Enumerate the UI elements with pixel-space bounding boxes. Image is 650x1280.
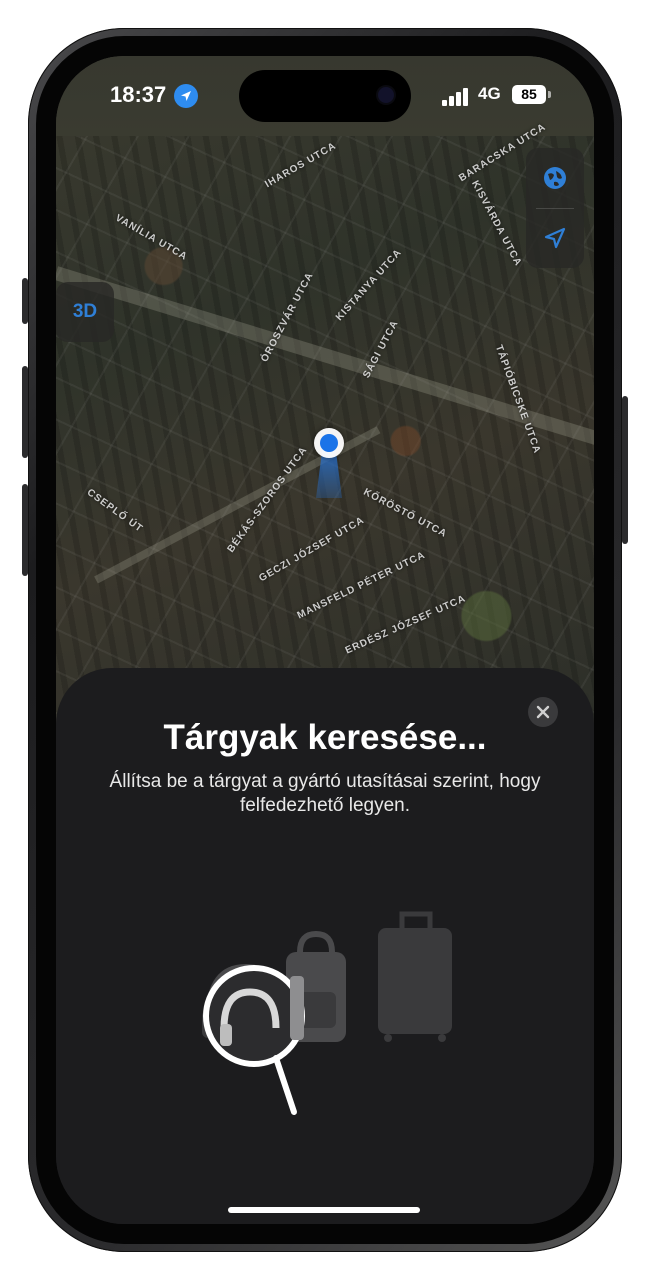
magnifier-icon	[203, 965, 305, 1115]
street-label: KISTANYA UTCA	[333, 246, 405, 324]
suitcase-icon	[378, 911, 452, 1042]
street-label: ERDÉSZ JÓZSEF UTCA	[343, 593, 468, 657]
map-controls	[526, 148, 584, 268]
locate-button[interactable]	[526, 208, 584, 268]
sheet-subtitle: Állítsa be a tárgyat a gyártó utasításai…	[109, 771, 541, 816]
street-label: VANÍLIA UTCA	[113, 212, 190, 263]
status-time: 18:37	[110, 82, 167, 107]
power-button	[622, 396, 628, 544]
close-icon	[536, 705, 550, 719]
location-arrow-icon	[544, 227, 566, 249]
battery-tip	[548, 91, 551, 98]
volume-up-button	[22, 366, 28, 458]
volume-down-button	[22, 484, 28, 576]
street-label: GECZI JÓZSEF UTCA	[257, 514, 367, 585]
three-d-button[interactable]: 3D	[56, 282, 114, 342]
camera-lens	[378, 87, 394, 103]
street-label: KISVÁRDA UTCA	[469, 178, 524, 269]
street-label: TÁPIÓBICSKE UTCA	[492, 343, 543, 456]
map-type-button[interactable]	[526, 148, 584, 208]
globe-icon	[544, 167, 566, 189]
network-type: 4G	[478, 84, 501, 103]
action-button	[22, 278, 28, 324]
street-label: MANSFELD PÉTER UTCA	[295, 549, 428, 622]
current-location-pin[interactable]	[314, 428, 344, 458]
satellite-map[interactable]: IHAROS UTCA BARACSKA UTCA VANÍLIA UTCA K…	[56, 56, 594, 756]
home-indicator[interactable]	[228, 1207, 420, 1213]
location-arrow-icon	[174, 84, 198, 108]
sheet-title: Tárgyak keresése...	[163, 718, 487, 757]
item-search-illustration	[196, 906, 456, 1116]
street-label: KŐRÖSTŐ UTCA	[361, 486, 449, 541]
cellular-signal-icon	[442, 88, 470, 106]
street-label: IHAROS UTCA	[263, 140, 339, 191]
screen: IHAROS UTCA BARACSKA UTCA VANÍLIA UTCA K…	[56, 56, 594, 1224]
battery-level: 85	[512, 85, 546, 104]
three-d-label: 3D	[72, 301, 98, 322]
street-label: CSEPLŐ ÚT	[84, 487, 145, 535]
